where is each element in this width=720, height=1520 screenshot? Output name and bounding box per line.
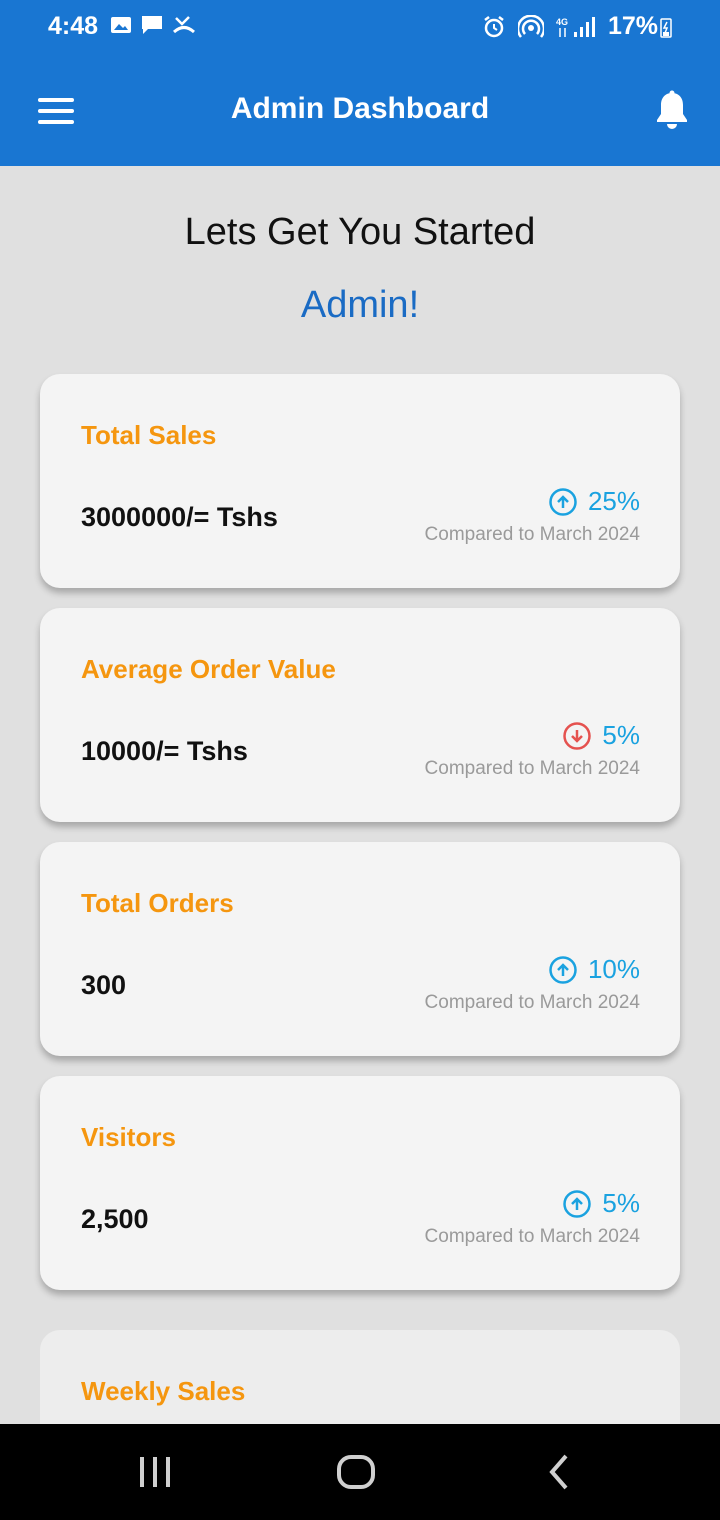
message-icon [142,16,162,34]
card-title: Average Order Value [81,654,336,684]
stat-card-average-order-value[interactable]: Average Order Value 10000/= Tshs 5% Comp… [40,608,680,822]
recent-apps-button[interactable] [136,1452,176,1492]
page-title: Admin Dashboard [230,92,490,125]
card-change-value: 25% [587,486,640,516]
stat-card-total-orders[interactable]: Total Orders 300 10% Compared to March 2… [40,842,680,1056]
card-compare-text: Compared to March 2024 [424,992,640,1013]
status-right-icons: 4G 17% [482,12,672,41]
alarm-icon [484,15,504,37]
card-change-value: 5% [602,1188,640,1218]
card-compare-text: Compared to March 2024 [424,524,640,545]
greeting-heading: Lets Get You Started [184,211,536,253]
back-icon [549,1454,568,1490]
status-bar: 4:48 4G 17% [0,0,720,56]
card-value: 10000/= Tshs [81,736,248,766]
card-title: Total Orders [81,888,234,918]
hotspot-icon [517,14,544,38]
gallery-icon [111,17,131,33]
card-title: Total Sales [81,420,217,450]
svg-text:4G: 4G [556,17,568,27]
arrow-up-circle-icon [563,1189,592,1218]
card-compare-text: Compared to March 2024 [424,758,640,779]
card-change: 5% [562,1188,640,1219]
card-change-value: 10% [587,954,640,984]
stat-card-total-sales[interactable]: Total Sales 3000000/= Tshs 25% Compared … [40,374,680,588]
home-icon [337,1455,375,1489]
greeting-name: Admin! [300,284,420,326]
recent-apps-icon [140,1457,170,1487]
card-change-value: 5% [602,720,640,750]
app-bar: Admin Dashboard [0,56,720,166]
card-compare-text: Compared to March 2024 [424,1226,640,1247]
status-notification-icons [110,14,196,36]
card-value: 2,500 [81,1204,149,1234]
notifications-button[interactable] [654,90,690,130]
battery-percentage: 17% [607,12,658,40]
arrow-up-circle-icon [549,955,577,984]
back-button[interactable] [540,1452,580,1492]
stat-card-visitors[interactable]: Visitors 2,500 5% Compared to March 2024 [40,1076,680,1290]
card-title: Visitors [81,1122,176,1152]
card-value: 3000000/= Tshs [81,502,278,532]
battery-charging-icon [660,17,672,38]
card-value: 300 [81,970,127,1000]
system-nav-bar [0,1424,720,1520]
arrow-up-circle-icon [549,487,577,516]
missed-call-icon [172,16,196,34]
card-change: 25% [548,486,640,517]
card-change: 10% [548,954,640,985]
status-time: 4:48 [48,12,99,40]
bell-icon [657,90,687,129]
card-title: Weekly Sales [81,1376,246,1406]
signal-icon: 4G [556,16,595,37]
home-button[interactable] [336,1452,376,1492]
card-change: 5% [562,720,640,751]
arrow-down-circle-icon [563,721,592,750]
